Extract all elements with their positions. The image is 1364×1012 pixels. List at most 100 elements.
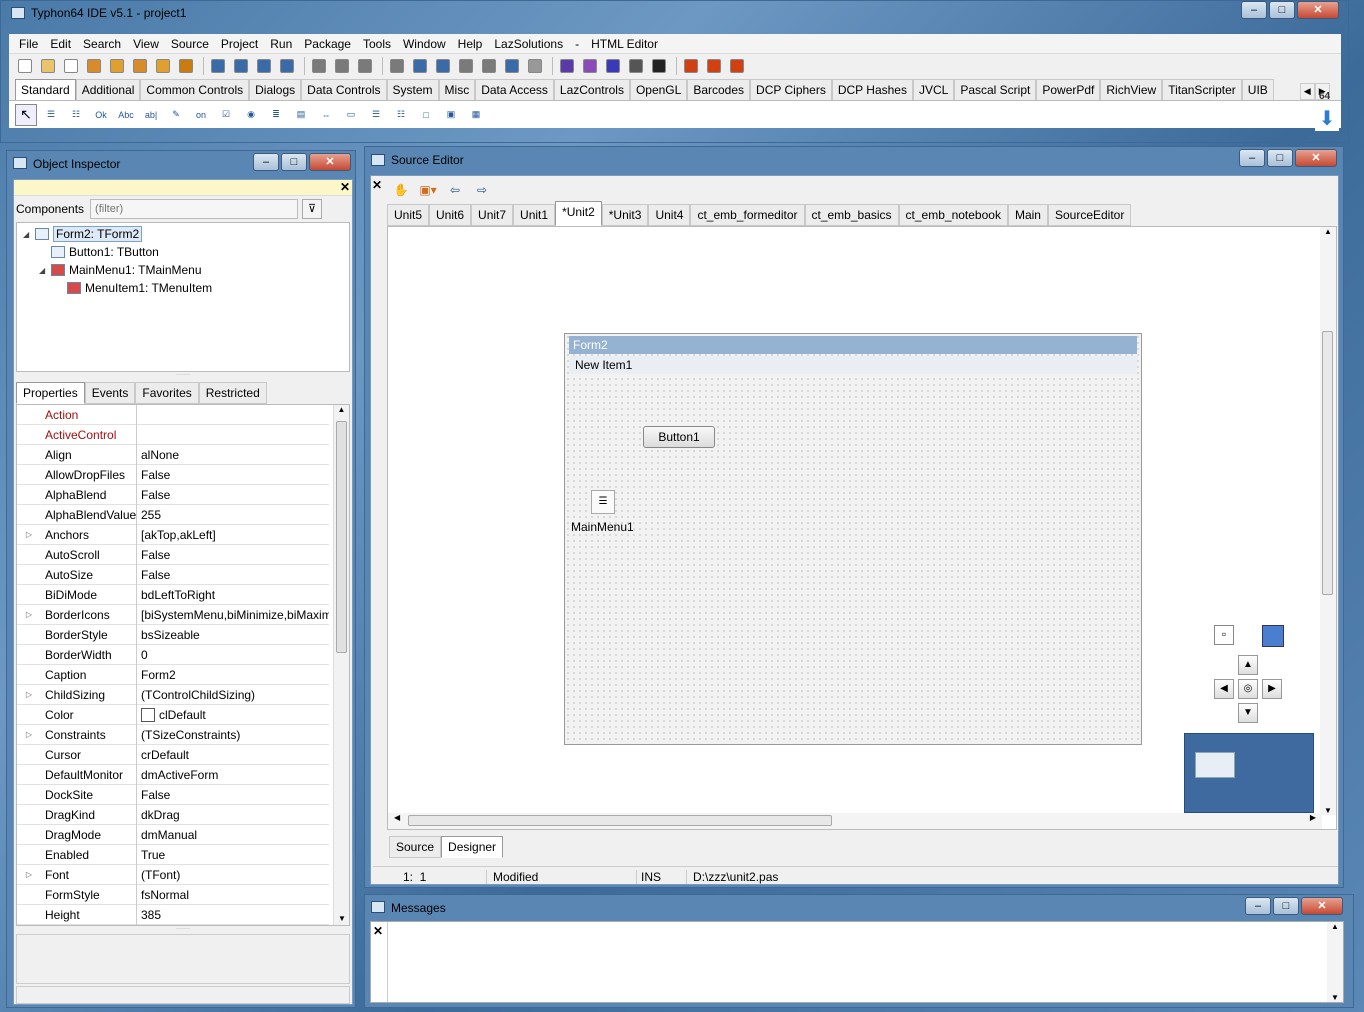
- property-row[interactable]: FormStyle fsNormal: [17, 884, 329, 905]
- palette-tab-system[interactable]: System: [386, 79, 439, 100]
- source-tab-unit3[interactable]: *Unit3: [601, 204, 649, 226]
- property-row[interactable]: AutoSize False: [17, 564, 329, 585]
- menu-package[interactable]: Package: [298, 37, 357, 51]
- build-icon[interactable]: [355, 56, 375, 76]
- property-row[interactable]: Height 385: [17, 904, 329, 925]
- property-row[interactable]: Enabled True: [17, 844, 329, 865]
- mainmenu-icon[interactable]: ☰: [591, 490, 615, 514]
- property-value[interactable]: [137, 405, 329, 425]
- watch-icon[interactable]: [704, 56, 724, 76]
- expand-arrow-icon[interactable]: ◢: [23, 230, 35, 239]
- source-tab-ct_emb_formeditor[interactable]: ct_emb_formeditor: [690, 204, 805, 226]
- bottom-tab-source[interactable]: Source: [389, 836, 442, 858]
- menu-help[interactable]: Help: [452, 37, 489, 51]
- zoom-reset-icon[interactable]: ▫: [1214, 625, 1234, 645]
- popupmenu-icon[interactable]: ☷: [65, 104, 87, 126]
- bottom-tab-designer[interactable]: Designer: [441, 836, 504, 858]
- remove-from-project-icon[interactable]: [277, 56, 297, 76]
- inspector-maximize-button[interactable]: □: [281, 153, 307, 171]
- property-value[interactable]: crDefault: [137, 745, 329, 765]
- property-value[interactable]: (TFont): [137, 865, 329, 885]
- inspector-tab-restricted[interactable]: Restricted: [198, 382, 267, 404]
- property-value[interactable]: True: [137, 845, 329, 865]
- inspector-tab-properties[interactable]: Properties: [16, 382, 85, 404]
- expand-arrow-icon[interactable]: ◢: [39, 266, 51, 275]
- nav-right-button[interactable]: ▶: [1262, 679, 1282, 699]
- inspector-close-button[interactable]: ✕: [309, 153, 351, 171]
- property-value[interactable]: bsSizeable: [137, 625, 329, 645]
- source-tab-unit5[interactable]: Unit5: [387, 204, 430, 226]
- palette-tab-standard[interactable]: Standard: [15, 79, 76, 100]
- property-row[interactable]: Cursor crDefault: [17, 744, 329, 765]
- nav-center-button[interactable]: ◎: [1238, 679, 1258, 699]
- property-value[interactable]: alNone: [137, 445, 329, 465]
- palette-tab-jvcl[interactable]: JVCL: [912, 79, 955, 100]
- property-value[interactable]: (TSizeConstraints): [137, 725, 329, 745]
- property-value[interactable]: 255: [137, 505, 329, 525]
- property-value[interactable]: [akTop,akLeft]: [137, 525, 329, 545]
- close-messages-icon[interactable]: ✕: [373, 924, 383, 938]
- property-value[interactable]: False: [137, 565, 329, 585]
- radiogroup-icon[interactable]: ☰: [365, 104, 387, 126]
- property-row[interactable]: DockSite False: [17, 784, 329, 805]
- inspector-tab-events[interactable]: Events: [84, 382, 136, 404]
- property-row[interactable]: AutoScroll False: [17, 544, 329, 565]
- close-button[interactable]: ✕: [1297, 1, 1339, 19]
- property-row[interactable]: AlphaBlend False: [17, 484, 329, 505]
- inspector-tab-favorites[interactable]: Favorites: [135, 382, 199, 404]
- new-file-icon[interactable]: [15, 56, 35, 76]
- property-row[interactable]: AllowDropFiles False: [17, 464, 329, 485]
- designer-hscrollbar[interactable]: ◀ ▶: [388, 813, 1322, 829]
- property-row[interactable]: ▷ BorderIcons [biSystemMenu,biMinimize,biM…: [17, 604, 329, 625]
- menu-window[interactable]: Window: [397, 37, 452, 51]
- palette-tab-titanscripter[interactable]: TitanScripter: [1162, 79, 1242, 100]
- stop-icon[interactable]: [433, 56, 453, 76]
- palette-tab-misc[interactable]: Misc: [438, 79, 476, 100]
- save-all-icon[interactable]: [176, 56, 196, 76]
- property-value[interactable]: 0: [137, 645, 329, 665]
- memo-icon[interactable]: ✎: [165, 104, 187, 126]
- palette-scroll-left-icon[interactable]: ◀: [1299, 83, 1315, 100]
- property-row[interactable]: ▷ Constraints (TSizeConstraints): [17, 724, 329, 745]
- property-value[interactable]: dmActiveForm: [137, 765, 329, 785]
- menu-search[interactable]: Search: [77, 37, 127, 51]
- palette-tab-additional[interactable]: Additional: [75, 79, 141, 100]
- close-editor-icon[interactable]: ✕: [372, 178, 382, 192]
- maximize-button[interactable]: □: [1269, 1, 1295, 19]
- monitor-icon[interactable]: [1262, 625, 1284, 647]
- clean-icon[interactable]: [626, 56, 646, 76]
- menu-source[interactable]: Source: [165, 37, 215, 51]
- tree-node[interactable]: ◢ Form2: TForm2: [17, 225, 349, 243]
- property-scrollbar[interactable]: ▲ ▼: [333, 405, 349, 925]
- palette-tab-dialogs[interactable]: Dialogs: [249, 79, 302, 100]
- palette-tab-opengl[interactable]: OpenGL: [629, 79, 688, 100]
- property-row[interactable]: ActiveControl: [17, 424, 329, 445]
- open-project-icon[interactable]: [208, 56, 228, 76]
- palette-tab-dcp-ciphers[interactable]: DCP Ciphers: [750, 79, 832, 100]
- actionlist-icon[interactable]: ▦: [465, 104, 487, 126]
- property-value[interactable]: 385: [137, 905, 329, 925]
- palette-tab-dcp-hashes[interactable]: DCP Hashes: [831, 79, 913, 100]
- listbox-icon[interactable]: ≣: [265, 104, 287, 126]
- messages-maximize-button[interactable]: □: [1273, 897, 1299, 915]
- tools-icon[interactable]: [649, 56, 669, 76]
- open-icon[interactable]: [84, 56, 104, 76]
- togglebox-icon[interactable]: on: [190, 104, 212, 126]
- label-icon[interactable]: Abc: [115, 104, 137, 126]
- palette-tab-uib[interactable]: UIB: [1241, 79, 1274, 100]
- messages-scrollbar[interactable]: ▲ ▼: [1327, 922, 1343, 1002]
- breakpoint-icon[interactable]: [681, 56, 701, 76]
- property-value[interactable]: Form2: [137, 665, 329, 685]
- view-units-icon[interactable]: [525, 56, 545, 76]
- forward-icon[interactable]: ⇨: [472, 180, 492, 200]
- new-form-icon[interactable]: [38, 56, 58, 76]
- menu-edit[interactable]: Edit: [44, 37, 77, 51]
- property-scroll-thumb[interactable]: [336, 421, 347, 653]
- groupbox-icon[interactable]: ▭: [340, 104, 362, 126]
- property-value[interactable]: (TControlChildSizing): [137, 685, 329, 705]
- expand-arrow-icon[interactable]: ▷: [17, 610, 41, 619]
- property-value[interactable]: False: [137, 545, 329, 565]
- palette-tab-barcodes[interactable]: Barcodes: [687, 79, 751, 100]
- property-value[interactable]: dmManual: [137, 825, 329, 845]
- palette-tab-data-access[interactable]: Data Access: [475, 79, 554, 100]
